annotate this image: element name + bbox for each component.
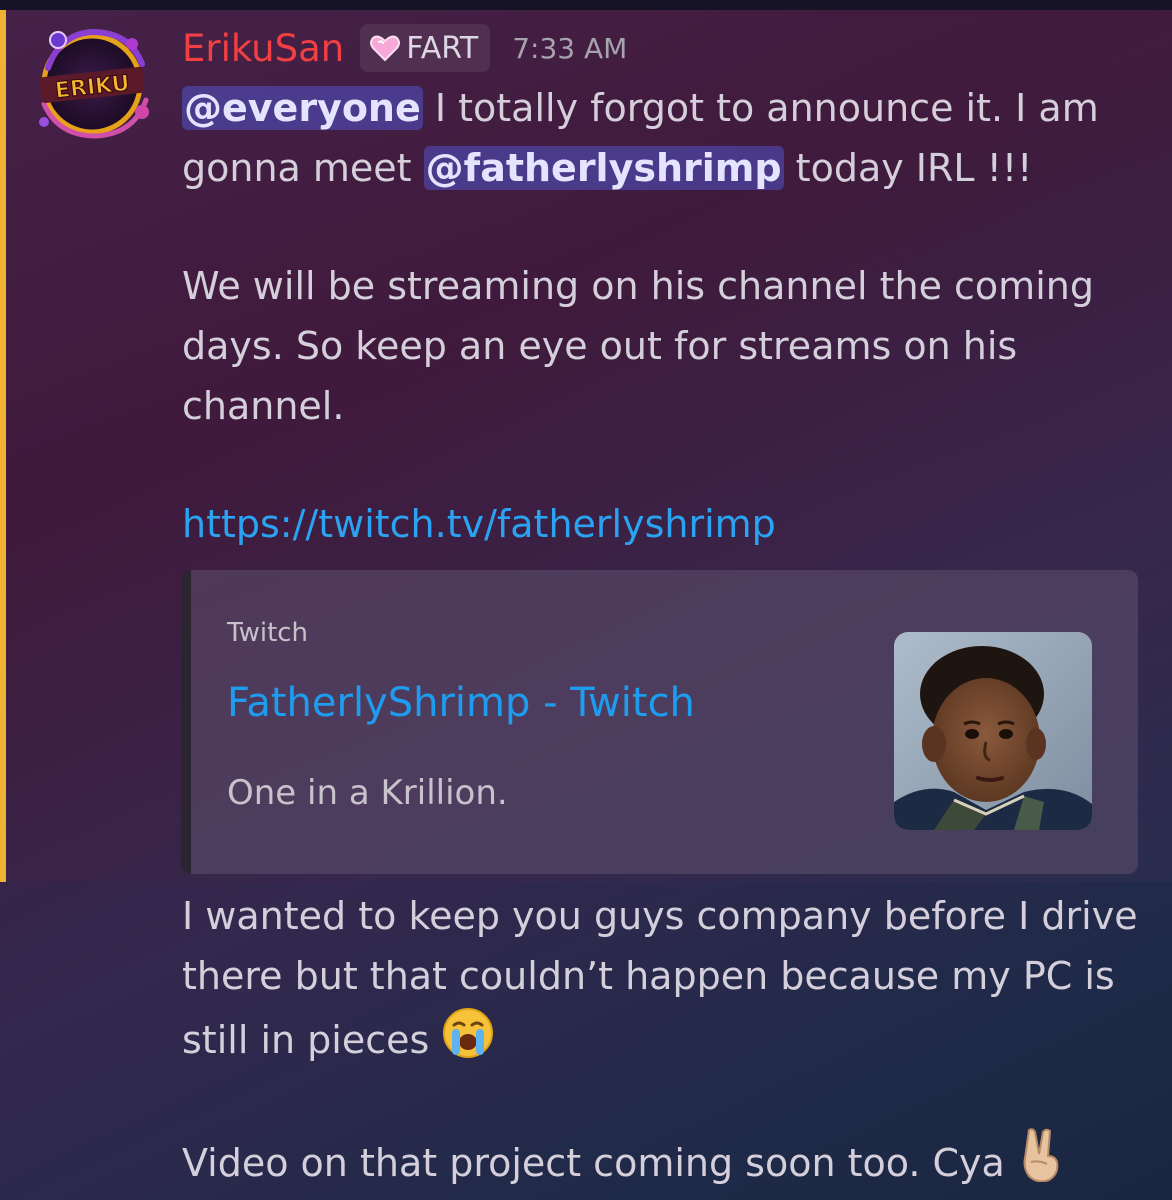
message-line: @everyone I totally forgot to announce i…	[182, 79, 1099, 137]
link-embed: Twitch FatherlyShrimp - Twitch One in a …	[181, 570, 1138, 874]
twitch-link[interactable]: https://twitch.tv/fatherlyshrimp	[182, 495, 776, 553]
mention-highlight-bar	[0, 10, 6, 882]
embed-description: One in a Krillion.	[227, 773, 508, 813]
top-strip	[0, 0, 1172, 10]
mention-fatherlyshrimp[interactable]: @fatherlyshrimp	[423, 146, 784, 190]
message-line: still in pieces	[182, 1007, 495, 1069]
message-line: channel.	[182, 384, 345, 428]
mention-everyone[interactable]: @everyone	[182, 86, 423, 130]
message-text: Video on that project coming soon too. C…	[182, 1141, 1017, 1185]
username[interactable]: ErikuSan	[182, 27, 344, 70]
child-portrait-photo	[894, 632, 1092, 830]
embed-thumbnail[interactable]	[894, 632, 1092, 830]
role-tag[interactable]: FART	[360, 24, 491, 72]
message-line: We will be streaming on his channel the …	[182, 264, 1094, 308]
victory-hand-emoji	[1023, 1128, 1059, 1182]
embed-title-link[interactable]: FatherlyShrimp - Twitch	[227, 680, 695, 726]
message-header: ErikuSan FART 7:33 AM	[182, 22, 627, 74]
message-text: still in pieces	[182, 1018, 442, 1062]
role-name: FART	[406, 30, 479, 66]
avatar-image: ERIKU	[39, 28, 149, 139]
avatar[interactable]: ERIKU	[30, 24, 154, 140]
message-line: there but that couldn’t happen because m…	[182, 954, 1115, 998]
embed-accent-bar	[181, 570, 191, 874]
message-line: Video on that project coming soon too. C…	[182, 1126, 1063, 1192]
pink-heart-icon	[370, 35, 401, 62]
message-line: gonna meet @fatherlyshrimp today IRL !!!	[182, 139, 1032, 197]
loudly-crying-face-emoji	[443, 1008, 494, 1058]
message-text: today IRL !!!	[783, 146, 1033, 190]
timestamp[interactable]: 7:33 AM	[512, 32, 627, 65]
message-line: I wanted to keep you guys company before…	[182, 894, 1138, 938]
embed-provider: Twitch	[227, 618, 309, 648]
message-line: days. So keep an eye out for streams on …	[182, 324, 1018, 368]
message-text: gonna meet	[182, 146, 424, 190]
message-text: I totally forgot to announce it. I am	[422, 86, 1099, 130]
